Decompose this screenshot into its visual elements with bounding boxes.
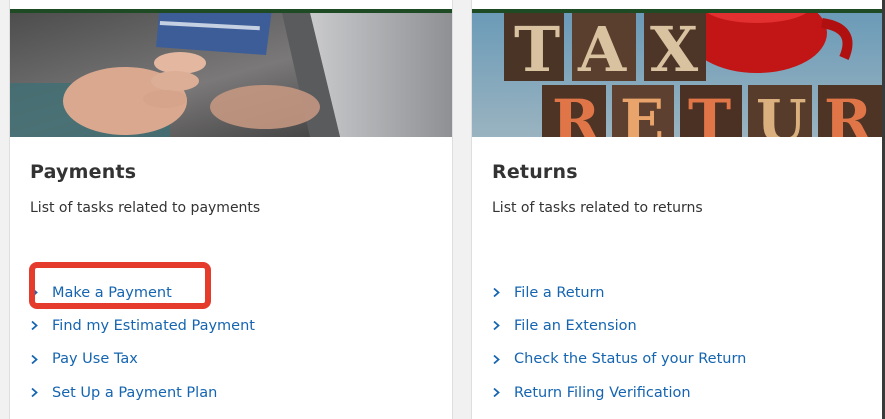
task-link-find-estimated-payment[interactable]: Find my Estimated Payment bbox=[30, 309, 255, 342]
payments-hero-image bbox=[10, 13, 452, 137]
task-link-label[interactable]: Find my Estimated Payment bbox=[52, 318, 255, 334]
chevron-right-icon bbox=[492, 287, 514, 298]
chevron-right-icon bbox=[492, 354, 514, 365]
returns-card: T A X R E T U R Returns List of tasks re… bbox=[471, 0, 883, 419]
card-subtitle: List of tasks related to payments bbox=[30, 200, 261, 216]
task-link-payment-plan[interactable]: Set Up a Payment Plan bbox=[30, 376, 255, 409]
svg-text:T: T bbox=[688, 87, 731, 137]
chevron-right-icon bbox=[492, 320, 514, 331]
svg-text:T: T bbox=[514, 13, 560, 86]
chevron-right-icon bbox=[30, 354, 52, 365]
task-link-label[interactable]: File a Return bbox=[514, 285, 604, 301]
payments-card: Payments List of tasks related to paymen… bbox=[9, 0, 453, 419]
card-title: Payments bbox=[30, 161, 137, 183]
chevron-right-icon bbox=[30, 320, 52, 331]
svg-text:R: R bbox=[824, 87, 873, 137]
task-link-label[interactable]: Make a Payment bbox=[52, 285, 172, 301]
task-link-return-filing-verification[interactable]: Return Filing Verification bbox=[492, 376, 746, 409]
task-link-check-return-status[interactable]: Check the Status of your Return bbox=[492, 343, 746, 376]
svg-text:E: E bbox=[620, 87, 664, 137]
task-list: Make a Payment Find my Estimated Payment… bbox=[30, 276, 255, 409]
task-link-label[interactable]: Pay Use Tax bbox=[52, 351, 138, 367]
chevron-right-icon bbox=[30, 287, 52, 298]
task-link-label[interactable]: File an Extension bbox=[514, 318, 637, 334]
card-subtitle: List of tasks related to returns bbox=[492, 200, 703, 216]
task-link-label[interactable]: Set Up a Payment Plan bbox=[52, 385, 217, 401]
svg-text:R: R bbox=[552, 87, 601, 137]
chevron-right-icon bbox=[30, 387, 52, 398]
returns-hero-image: T A X R E T U R bbox=[472, 13, 882, 137]
task-link-make-payment[interactable]: Make a Payment bbox=[30, 276, 255, 309]
task-link-file-extension[interactable]: File an Extension bbox=[492, 309, 746, 342]
svg-text:X: X bbox=[650, 13, 699, 86]
task-link-label[interactable]: Check the Status of your Return bbox=[514, 351, 746, 367]
svg-text:A: A bbox=[577, 13, 627, 86]
task-link-file-return[interactable]: File a Return bbox=[492, 276, 746, 309]
svg-text:U: U bbox=[756, 87, 807, 137]
chevron-right-icon bbox=[492, 387, 514, 398]
task-list: File a Return File an Extension Check th… bbox=[492, 276, 746, 409]
task-link-pay-use-tax[interactable]: Pay Use Tax bbox=[30, 343, 255, 376]
card-title: Returns bbox=[492, 161, 578, 183]
task-link-label[interactable]: Return Filing Verification bbox=[514, 385, 691, 401]
